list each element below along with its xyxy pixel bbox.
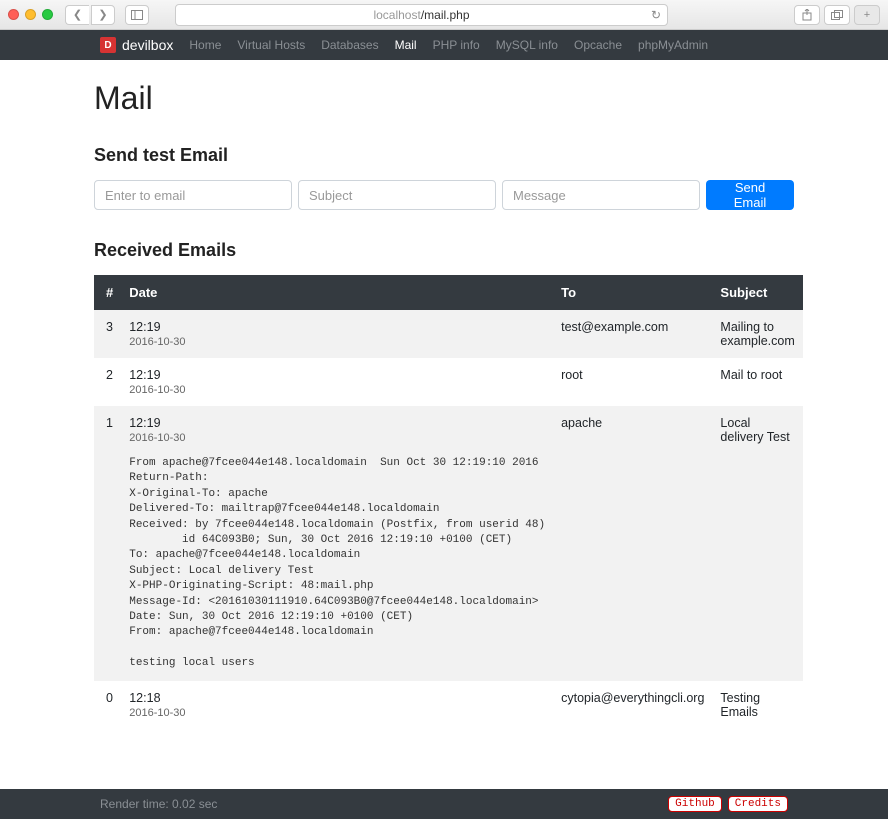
send-email-button[interactable]: Send Email	[706, 180, 794, 210]
cell-date: 12:19 2016-10-30 From apache@7fcee044e148.…	[121, 406, 553, 681]
table-row[interactable]: 0 12:18 2016-10-30 cytopia@everythingcli.or…	[94, 681, 803, 729]
nav-databases[interactable]: Databases	[321, 38, 378, 52]
tabs-button[interactable]	[824, 5, 850, 25]
cell-num: 2	[94, 358, 121, 406]
table-row[interactable]: 2 12:19 2016-10-30 rootMail to root	[94, 358, 803, 406]
maximize-window-button[interactable]	[42, 9, 53, 20]
cell-time: 12:18	[129, 691, 545, 705]
sidebar-toggle-button[interactable]	[125, 5, 149, 25]
new-tab-button[interactable]: +	[854, 5, 880, 25]
browser-chrome: ❮ ❯ localhost/mail.php ↻ +	[0, 0, 888, 30]
close-window-button[interactable]	[8, 9, 19, 20]
cell-to: apache	[553, 406, 712, 681]
cell-time: 12:19	[129, 368, 545, 382]
cell-subject: Local delivery Test	[712, 406, 802, 681]
main-nav: devilbox Home Virtual Hosts Databases Ma…	[0, 30, 888, 60]
credits-link[interactable]: Credits	[728, 796, 788, 812]
footer-links: Github Credits	[668, 796, 788, 812]
cell-date: 12:19 2016-10-30	[121, 310, 553, 358]
cell-date-value: 2016-10-30	[129, 336, 545, 348]
nav-mail[interactable]: Mail	[395, 38, 417, 52]
cell-to: cytopia@everythingcli.org	[553, 681, 712, 729]
url-bar[interactable]: localhost/mail.php ↻	[175, 4, 668, 26]
cell-date-value: 2016-10-30	[129, 384, 545, 396]
nav-virtual-hosts[interactable]: Virtual Hosts	[237, 38, 305, 52]
tabs-icon	[831, 10, 843, 20]
received-emails-table: # Date To Subject 3 12:19 2016-10-30 test@e…	[94, 275, 803, 729]
cell-to: test@example.com	[553, 310, 712, 358]
col-date: Date	[121, 275, 553, 310]
github-link[interactable]: Github	[668, 796, 722, 812]
cell-to: root	[553, 358, 712, 406]
reload-icon[interactable]: ↻	[651, 8, 661, 22]
table-header-row: # Date To Subject	[94, 275, 803, 310]
cell-num: 0	[94, 681, 121, 729]
cell-time: 12:19	[129, 320, 545, 334]
table-row[interactable]: 3 12:19 2016-10-30 test@example.comMailing …	[94, 310, 803, 358]
cell-time: 12:19	[129, 416, 545, 430]
col-to: To	[553, 275, 712, 310]
window-controls	[8, 9, 53, 20]
send-email-form: Send Email	[94, 180, 794, 210]
cell-date: 12:18 2016-10-30	[121, 681, 553, 729]
cell-subject: Testing Emails	[712, 681, 802, 729]
nav-phpmyadmin[interactable]: phpMyAdmin	[638, 38, 708, 52]
send-email-heading: Send test Email	[94, 145, 794, 166]
browser-nav-buttons: ❮ ❯	[65, 5, 115, 25]
cell-date-value: 2016-10-30	[129, 707, 545, 719]
cell-num: 1	[94, 406, 121, 681]
cell-date-value: 2016-10-30	[129, 432, 545, 444]
table-row[interactable]: 1 12:19 2016-10-30 From apache@7fcee044e148…	[94, 406, 803, 681]
to-email-input[interactable]	[94, 180, 292, 210]
received-emails-heading: Received Emails	[94, 240, 794, 261]
footer: Render time: 0.02 sec Github Credits	[0, 789, 888, 819]
brand-icon	[100, 37, 116, 53]
message-input[interactable]	[502, 180, 700, 210]
share-button[interactable]	[794, 5, 820, 25]
cell-num: 3	[94, 310, 121, 358]
brand[interactable]: devilbox	[100, 37, 173, 53]
panel-icon	[131, 10, 143, 20]
nav-mysql-info[interactable]: MySQL info	[496, 38, 558, 52]
share-icon	[802, 9, 812, 21]
col-subject: Subject	[712, 275, 802, 310]
page-title: Mail	[94, 80, 794, 117]
render-time: Render time: 0.02 sec	[100, 797, 217, 811]
browser-right-controls: +	[794, 5, 880, 25]
nav-php-info[interactable]: PHP info	[433, 38, 480, 52]
minimize-window-button[interactable]	[25, 9, 36, 20]
main-content: Mail Send test Email Send Email Received…	[94, 60, 794, 769]
subject-input[interactable]	[298, 180, 496, 210]
cell-subject: Mail to root	[712, 358, 802, 406]
url-text: localhost/mail.php	[373, 8, 469, 22]
nav-opcache[interactable]: Opcache	[574, 38, 622, 52]
col-num: #	[94, 275, 121, 310]
back-button[interactable]: ❮	[65, 5, 89, 25]
forward-button[interactable]: ❯	[91, 5, 115, 25]
nav-home[interactable]: Home	[189, 38, 221, 52]
cell-date: 12:19 2016-10-30	[121, 358, 553, 406]
brand-text: devilbox	[122, 37, 173, 53]
email-raw-body: From apache@7fcee044e148.localdomain Sun…	[129, 456, 545, 671]
cell-subject: Mailing to example.com	[712, 310, 802, 358]
